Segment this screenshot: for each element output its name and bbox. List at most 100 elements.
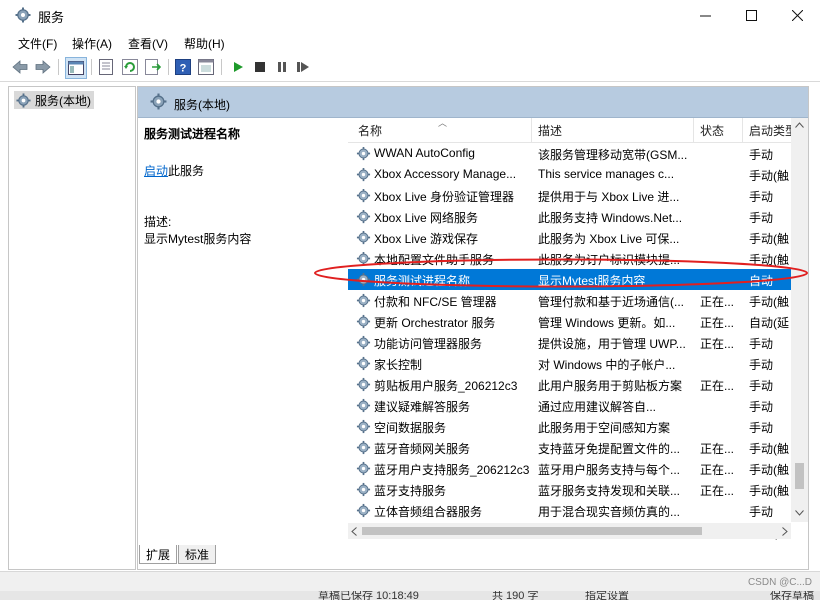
service-name: 蓝牙音频网关服务 (374, 442, 471, 456)
service-description: 此服务为订户标识模块提... (538, 253, 681, 267)
scroll-right-icon[interactable] (782, 527, 788, 536)
service-gear-icon (356, 356, 371, 371)
service-name: 剪贴板用户服务_206212c3 (374, 379, 518, 393)
service-gear-icon (356, 230, 371, 245)
service-description-panel: 服务测试进程名称 启动此服务 描述: 显示Mytest服务内容 (138, 118, 343, 538)
service-row[interactable]: Xbox Live 身份验证管理器 提供用于与 Xbox Live 进... 手动 (348, 185, 798, 206)
tree-node-label: 服务(本地) (35, 93, 91, 108)
service-row-selected[interactable]: 服务测试进程名称 显示Mytest服务内容 自动 (348, 269, 798, 290)
services-gear-icon (15, 7, 31, 23)
tab-extended[interactable]: 扩展 (139, 545, 178, 564)
tab-standard[interactable]: 标准 (178, 545, 217, 564)
service-name: Xbox Live 游戏保存 (374, 232, 479, 246)
view-button[interactable] (197, 58, 215, 76)
service-row[interactable]: 蓝牙支持服务 蓝牙服务支持发现和关联... 正在... 手动(触 (348, 479, 798, 500)
service-name: 立体音频组合器服务 (374, 505, 483, 519)
service-row[interactable]: Xbox Accessory Manage... This service man… (348, 164, 798, 185)
service-description: 蓝牙服务支持发现和关联... (538, 484, 681, 498)
column-header-description[interactable]: 描述 (538, 122, 562, 140)
maximize-button[interactable] (728, 0, 774, 31)
pause-service-button[interactable] (273, 58, 291, 76)
service-gear-icon (356, 188, 371, 203)
service-row[interactable]: Xbox Live 网络服务 此服务支持 Windows.Net... 手动 (348, 206, 798, 227)
maximize-icon (745, 10, 757, 21)
restart-service-button[interactable] (294, 58, 312, 76)
toolbar-separator (91, 59, 92, 75)
service-startup-type: 手动 (749, 505, 774, 519)
column-header-name[interactable]: 名称 (358, 122, 382, 140)
service-startup-type: 手动(触 (749, 484, 789, 498)
start-service-button[interactable] (229, 58, 247, 76)
console-tree-button[interactable] (65, 57, 87, 79)
toolbar-separator (221, 59, 222, 75)
stop-service-button[interactable] (251, 58, 269, 76)
service-startup-type: 手动(触 (749, 253, 789, 267)
close-button[interactable] (774, 0, 820, 31)
forward-button[interactable] (34, 58, 52, 76)
help-button[interactable]: ? (174, 58, 192, 76)
service-startup-type: 手动 (749, 400, 774, 414)
service-row[interactable]: 空间数据服务 此服务用于空间感知方案 手动 (348, 416, 798, 437)
service-gear-icon (356, 167, 371, 182)
service-name: 本地配置文件助手服务 (374, 253, 495, 267)
services-pane: 服务(本地) 服务测试进程名称 启动此服务 描述: 显示Mytest服务内容 ︿… (137, 86, 809, 570)
horizontal-scrollbar[interactable] (348, 523, 791, 539)
column-header-status[interactable]: 状态 (700, 122, 724, 140)
service-row[interactable]: Xbox Live 游戏保存 此服务为 Xbox Live 可保... 手动(触 (348, 227, 798, 248)
service-row[interactable]: 本地配置文件助手服务 此服务为订户标识模块提... 手动(触 (348, 248, 798, 269)
back-button[interactable] (11, 58, 29, 76)
service-description: 用于混合现实音频仿真的... (538, 505, 681, 519)
column-divider[interactable] (742, 118, 743, 142)
service-row[interactable]: 建议疑难解答服务 通过应用建议解答自... 手动 (348, 395, 798, 416)
service-row[interactable]: 更新 Orchestrator 服务 管理 Windows 更新。如... 正在..… (348, 311, 798, 332)
column-header-startup-type[interactable]: 启动类型 (749, 122, 791, 140)
service-row[interactable]: 付款和 NFC/SE 管理器 管理付款和基于近场通信(... 正在... 手动(触 (348, 290, 798, 311)
title-bar: 服务 (0, 0, 820, 31)
service-row[interactable]: 蓝牙音频网关服务 支持蓝牙免提配置文件的... 正在... 手动(触 (348, 437, 798, 458)
scroll-up-icon[interactable] (795, 122, 804, 128)
menu-help[interactable]: 帮助(H) (184, 35, 225, 52)
service-status: 正在... (700, 379, 734, 393)
column-divider[interactable] (693, 118, 694, 142)
service-description: 此服务用于空间感知方案 (538, 421, 671, 435)
menu-view[interactable]: 查看(V) (128, 35, 168, 52)
horizontal-scroll-thumb[interactable] (362, 527, 702, 535)
scroll-down-icon[interactable] (795, 510, 804, 516)
service-description: 显示Mytest服务内容 (538, 274, 646, 288)
service-name: 服务测试进程名称 (374, 274, 471, 288)
service-status: 正在... (700, 463, 734, 477)
play-icon (234, 62, 243, 72)
scroll-left-icon[interactable] (351, 527, 357, 536)
services-gear-icon (150, 93, 167, 110)
pause-icon (278, 62, 286, 72)
service-startup-type: 手动(触 (749, 169, 789, 183)
service-row[interactable]: WWAN AutoConfig 该服务管理移动宽带(GSM... 手动 (348, 143, 798, 164)
export-list-icon (145, 59, 161, 75)
toolbar-separator (58, 59, 59, 75)
service-row[interactable]: 蓝牙用户支持服务_206212c3 蓝牙用户服务支持与每个... 正在... 手动(触 (348, 458, 798, 479)
menu-action[interactable]: 操作(A) (72, 35, 112, 52)
menu-file[interactable]: 文件(F) (18, 35, 57, 52)
close-icon (791, 10, 803, 21)
service-gear-icon (356, 419, 371, 434)
service-row[interactable]: 家长控制 对 Windows 中的子帐户... 手动 (348, 353, 798, 374)
service-name: 蓝牙支持服务 (374, 484, 447, 498)
service-status: 正在... (700, 484, 734, 498)
menu-bar: 文件(F) 操作(A) 查看(V) 帮助(H) (0, 31, 820, 53)
vertical-scrollbar[interactable] (791, 118, 808, 522)
minimize-button[interactable] (682, 0, 728, 31)
service-startup-type: 手动 (749, 190, 774, 204)
export-list-button[interactable] (144, 58, 162, 76)
column-divider[interactable] (531, 118, 532, 142)
service-name: 付款和 NFC/SE 管理器 (374, 295, 497, 309)
service-row[interactable]: 立体音频组合器服务 用于混合现实音频仿真的... 手动 (348, 500, 798, 521)
start-service-link[interactable]: 启动 (144, 164, 168, 178)
service-row[interactable]: 功能访问管理器服务 提供设施，用于管理 UWP... 正在... 手动 (348, 332, 798, 353)
tree-node-services-local[interactable]: 服务(本地) (14, 91, 94, 109)
refresh-button[interactable] (121, 58, 139, 76)
description-label: 描述: (144, 215, 172, 229)
properties-button[interactable] (97, 58, 115, 76)
strip-text: 草稿已保存 10:18:49 (318, 591, 419, 600)
service-row[interactable]: 剪贴板用户服务_206212c3 此用户服务用于剪贴板方案 正在... 手动 (348, 374, 798, 395)
vertical-scroll-thumb[interactable] (795, 463, 804, 489)
